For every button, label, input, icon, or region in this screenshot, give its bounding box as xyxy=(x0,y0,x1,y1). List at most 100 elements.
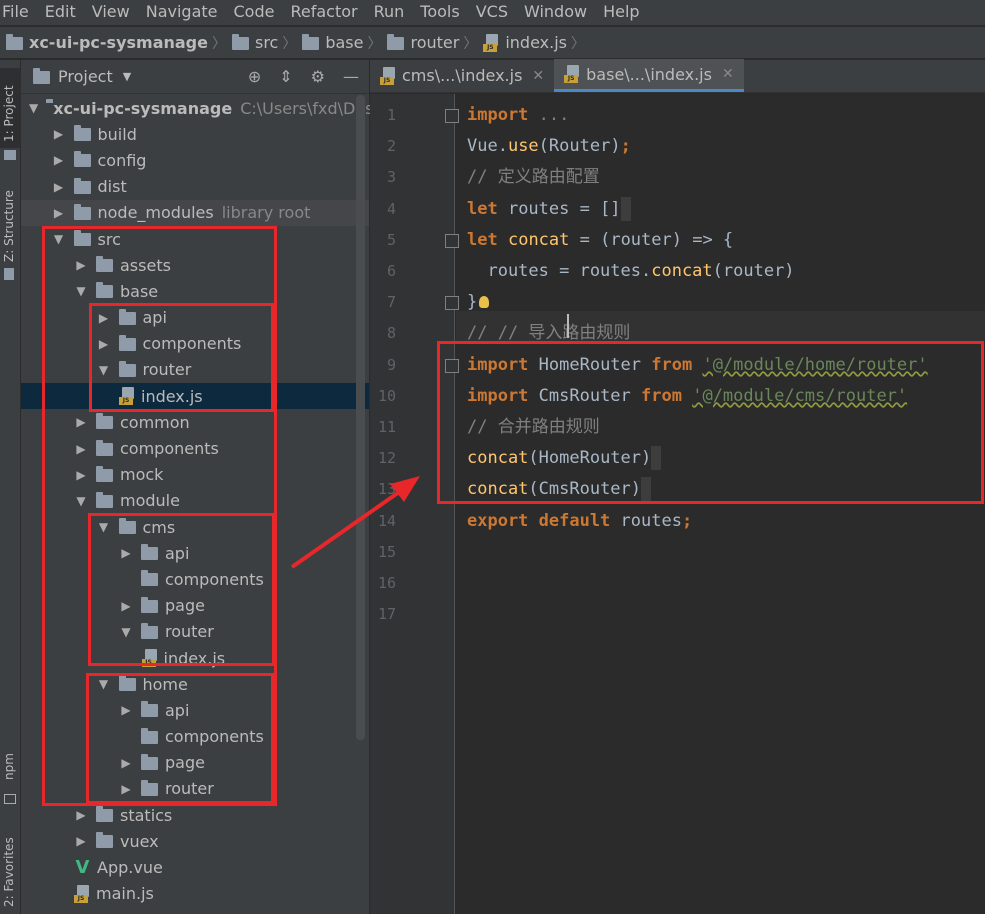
collapsed-arrow-icon[interactable]: ▶ xyxy=(119,703,133,717)
hide-icon[interactable]: — xyxy=(343,67,359,86)
collapsed-arrow-icon[interactable]: ▶ xyxy=(52,206,66,220)
collapsed-arrow-icon[interactable]: ▶ xyxy=(97,337,111,351)
tree-item-page[interactable]: ▶ page xyxy=(21,750,369,776)
tree-item-label: components xyxy=(142,334,242,354)
close-icon[interactable]: ✕ xyxy=(722,66,734,82)
tree-item-module[interactable]: ▼ module xyxy=(21,488,369,514)
tab-project[interactable]: 1: Project xyxy=(0,68,21,160)
menu-item-vcs[interactable]: VCS xyxy=(468,0,516,25)
expanded-arrow-icon[interactable]: ▼ xyxy=(97,520,111,534)
tree-item-config[interactable]: ▶ config xyxy=(21,147,369,173)
tree-item-index-js[interactable]: JS index.js xyxy=(21,645,369,671)
chevron-down-icon[interactable]: ▼ xyxy=(123,70,131,83)
collapsed-arrow-icon[interactable]: ▶ xyxy=(74,442,88,456)
menu-item-code[interactable]: Code xyxy=(226,0,283,25)
tree-item-api[interactable]: ▶ api xyxy=(21,540,369,566)
tree-item-cms[interactable]: ▼ cms xyxy=(21,514,369,540)
tree-item-dist[interactable]: ▶ dist xyxy=(21,174,369,200)
code-area[interactable]: import ... Vue.use(Router);// 定义路由配置 let r… xyxy=(467,94,985,914)
collapse-all-icon[interactable]: ⇕ xyxy=(279,67,292,86)
tree-item-page[interactable]: ▶ page xyxy=(21,593,369,619)
tab-npm[interactable]: npm xyxy=(0,750,21,810)
editor-tab[interactable]: JS cms\...\index.js ✕ xyxy=(370,59,554,92)
menu-item-tools[interactable]: Tools xyxy=(412,0,467,25)
tree-item-statics[interactable]: ▶ statics xyxy=(21,802,369,828)
breadcrumb-item[interactable]: JS index.js xyxy=(477,27,571,59)
collapsed-arrow-icon[interactable]: ▶ xyxy=(97,311,111,325)
tree-item-api[interactable]: ▶ api xyxy=(21,305,369,331)
expanded-arrow-icon[interactable]: ▼ xyxy=(97,363,111,377)
tree-item-api[interactable]: ▶ api xyxy=(21,697,369,723)
collapsed-arrow-icon[interactable]: ▶ xyxy=(74,468,88,482)
tree-item-router[interactable]: ▼ router xyxy=(21,357,369,383)
collapsed-arrow-icon[interactable]: ▶ xyxy=(52,180,66,194)
tree-item-common[interactable]: ▶ common xyxy=(21,409,369,435)
tab-structure[interactable]: Z: Structure xyxy=(0,180,21,290)
tree-item-xc-ui-pc-sysmanage[interactable]: ▼ xc-ui-pc-sysmanage C:\Users\fxd\Deskto xyxy=(21,95,399,121)
fold-marker-icon[interactable] xyxy=(445,358,459,373)
project-panel-title[interactable]: Project xyxy=(58,67,113,86)
menu-item-view[interactable]: View xyxy=(84,0,138,25)
gear-icon[interactable]: ⚙ xyxy=(311,67,325,86)
code-token: HomeRouter xyxy=(528,354,652,375)
tree-item-home[interactable]: ▼ home xyxy=(21,671,369,697)
tree-item-build[interactable]: ▶ build xyxy=(21,121,369,147)
breadcrumb-item[interactable]: base xyxy=(296,27,367,59)
tree-item-assets[interactable]: ▶ assets xyxy=(21,252,369,278)
tree-item-components[interactable]: components xyxy=(21,566,369,592)
collapsed-arrow-icon[interactable]: ▶ xyxy=(119,599,133,613)
tree-item-components[interactable]: ▶ components xyxy=(21,331,369,357)
fold-marker-icon[interactable] xyxy=(445,233,459,248)
menu-item-edit[interactable]: Edit xyxy=(37,0,84,25)
tree-item-label: router xyxy=(142,360,192,380)
tree-item-main-js[interactable]: JS main.js xyxy=(21,881,369,907)
expanded-arrow-icon[interactable]: ▼ xyxy=(97,677,111,691)
collapsed-arrow-icon[interactable]: ▶ xyxy=(74,834,88,848)
menu-item-file[interactable]: File xyxy=(0,0,37,25)
tree-item-router[interactable]: ▶ router xyxy=(21,776,369,802)
tree-item-base[interactable]: ▼ base xyxy=(21,278,369,304)
collapsed-arrow-icon[interactable]: ▶ xyxy=(74,415,88,429)
fold-marker-icon[interactable] xyxy=(445,109,459,123)
collapsed-arrow-icon[interactable]: ▶ xyxy=(52,127,66,141)
menu-item-run[interactable]: Run xyxy=(366,0,413,25)
breadcrumb-item[interactable]: router xyxy=(381,27,463,59)
breadcrumb-item[interactable]: src xyxy=(226,27,282,59)
collapsed-arrow-icon[interactable]: ▶ xyxy=(119,546,133,560)
js-file-icon: JS xyxy=(119,387,135,406)
menu-item-refactor[interactable]: Refactor xyxy=(282,0,365,25)
tree-item-components[interactable]: components xyxy=(21,724,369,750)
collapsed-arrow-icon[interactable]: ▶ xyxy=(74,808,88,822)
tree-item-mock[interactable]: ▶ mock xyxy=(21,462,369,488)
collapsed-arrow-icon[interactable]: ▶ xyxy=(119,782,133,796)
collapsed-arrow-icon[interactable]: ▶ xyxy=(119,756,133,770)
collapsed-arrow-icon[interactable]: ▶ xyxy=(52,153,66,167)
expanded-arrow-icon[interactable]: ▼ xyxy=(74,284,88,298)
close-icon[interactable]: ✕ xyxy=(532,68,544,84)
tree-scrollbar[interactable] xyxy=(356,95,365,740)
locate-icon[interactable]: ⊕ xyxy=(248,67,261,86)
tree-item-app-vue[interactable]: V App.vue xyxy=(21,854,369,880)
editor-tab[interactable]: JS base\...\index.js ✕ xyxy=(554,59,744,92)
tree-item-index-js[interactable]: JS index.js xyxy=(21,383,369,410)
expanded-arrow-icon[interactable]: ▼ xyxy=(119,625,133,639)
fold-marker-icon[interactable] xyxy=(445,296,459,311)
tab-favorites[interactable]: 2: Favorites xyxy=(0,835,21,914)
tree-item-src[interactable]: ▼ src xyxy=(21,226,369,252)
tree-item-vuex[interactable]: ▶ vuex xyxy=(21,828,369,854)
tree-item-node-modules[interactable]: ▶ node_modules library root xyxy=(21,199,369,226)
collapsed-arrow-icon[interactable]: ▶ xyxy=(74,258,88,272)
expanded-arrow-icon[interactable]: ▼ xyxy=(74,494,88,508)
expanded-arrow-icon[interactable]: ▼ xyxy=(29,101,38,115)
menu-item-navigate[interactable]: Navigate xyxy=(138,0,226,25)
expanded-arrow-icon[interactable]: ▼ xyxy=(52,232,66,246)
vue-file-icon: V xyxy=(75,857,90,879)
menu-item-help[interactable]: Help xyxy=(595,0,647,25)
tree-item-components[interactable]: ▶ components xyxy=(21,435,369,461)
lightbulb-icon[interactable] xyxy=(479,296,490,309)
breadcrumb-item[interactable]: xc-ui-pc-sysmanage xyxy=(0,27,212,59)
tree-item-router[interactable]: ▼ router xyxy=(21,619,369,645)
menu-item-window[interactable]: Window xyxy=(516,0,595,25)
tree-item-label: dist xyxy=(97,177,127,197)
code-token: from xyxy=(641,385,682,406)
